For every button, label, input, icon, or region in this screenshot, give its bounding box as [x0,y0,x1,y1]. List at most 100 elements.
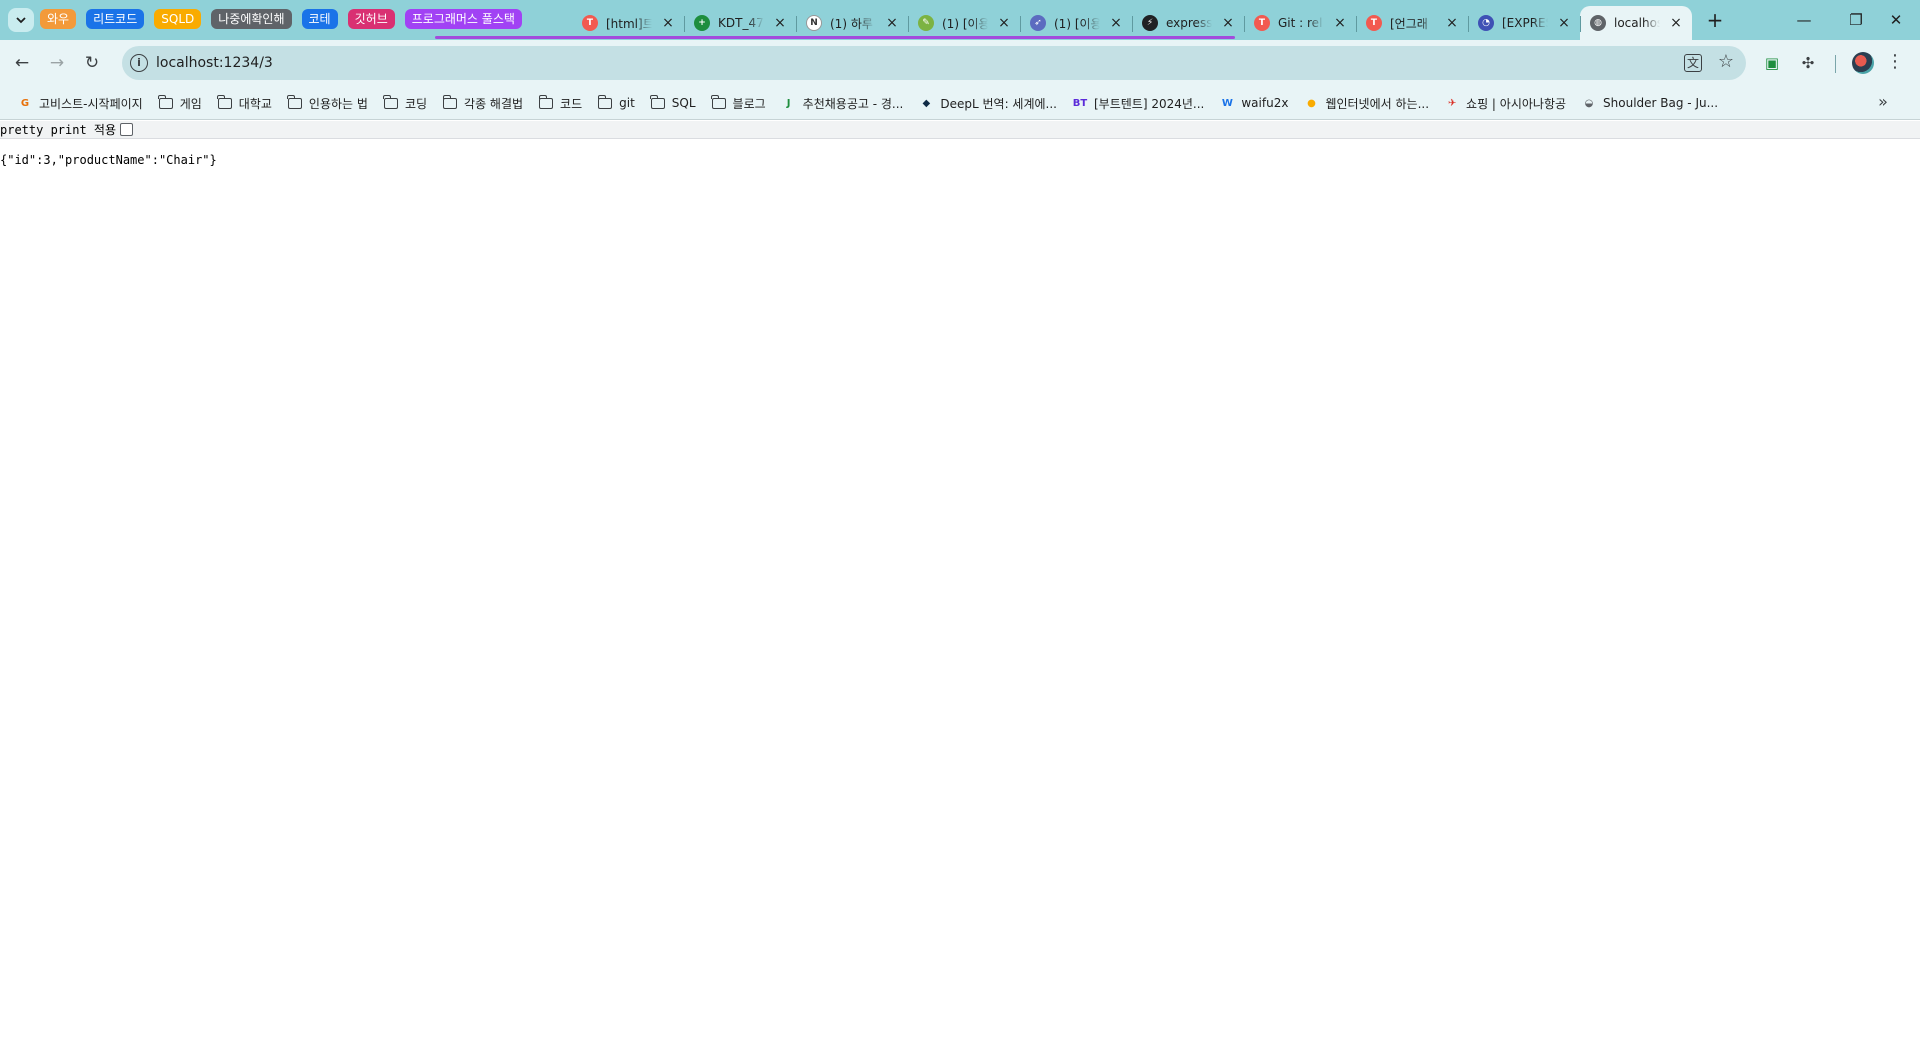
tab-title: (1) [이용 [1054,16,1100,31]
bookmark-item[interactable]: git [590,89,643,117]
bookmark-item[interactable]: 인용하는 법 [280,89,376,117]
bookmark-item[interactable]: ◆ DeepL 번역: 세계에... [911,89,1065,117]
bookmark-item[interactable]: ● 웹인터넷에서 하는... [1296,89,1437,117]
browser-tab[interactable]: ✎ (1) [이용 × [908,6,1020,40]
gobeast-icon: G [20,97,30,109]
bookmark-label: DeepL 번역: 세계에... [940,96,1057,111]
close-icon[interactable]: × [996,15,1012,31]
browser-tab[interactable]: ➶ (1) [이용 × [1020,6,1132,40]
bookmark-item[interactable]: 각종 해결법 [435,89,531,117]
extension-icon[interactable]: ▣ [1761,52,1783,74]
bookmark-label: 고비스트-시작페이지 [39,96,143,111]
deepl-icon: ◆ [922,97,931,109]
tab-group-chip[interactable]: 와우 [40,9,77,29]
address-bar[interactable]: i localhost:1234/3 文 ☆ [122,46,1746,80]
tab-group-chip[interactable]: 프로그래머스 풀스택 [404,9,522,29]
tab-title: (1) 하루 [830,16,873,31]
tab-groups: 와우 리트코드 SQLD 나중에확인해 코테 깃허브 프로그래머스 풀스택 [40,9,522,31]
sheets-icon: + [694,15,710,31]
close-icon[interactable]: × [1556,15,1572,31]
pretty-print-checkbox[interactable] [120,123,134,136]
bookmark-label: git [619,96,635,110]
tistory-icon: T [582,15,598,31]
tab-title: KDT_47 [718,16,764,30]
browser-tab[interactable]: + KDT_47 × [684,6,796,40]
bookmarks-overflow-button[interactable]: » [1872,92,1894,114]
tab-group-chip[interactable]: 코테 [301,9,338,29]
tab-group-chip[interactable]: SQLD [154,9,202,29]
tab-title: express [1166,16,1212,30]
browser-menu-button[interactable]: ⋮ [1886,51,1904,75]
tab-group-chip[interactable]: 리트코드 [86,9,145,29]
folder-icon [538,94,554,109]
translate-icon[interactable]: 文 [1684,54,1702,72]
forward-button[interactable]: → [41,47,73,79]
extensions-puzzle-icon[interactable]: ✣ [1797,52,1819,74]
close-icon[interactable]: × [1444,15,1460,31]
bookmark-label: 대학교 [238,96,272,111]
tab-group-chip[interactable]: 깃허브 [347,9,395,29]
close-icon[interactable]: × [1668,15,1684,31]
json-response-text: {"id":3,"productName":"Chair"} [0,153,217,167]
bookmark-item[interactable]: 게임 [151,89,210,117]
arrow-left-icon: ← [14,53,30,73]
bookmark-label: 추천채용공고 - 경... [802,96,904,111]
web-icon: ● [1307,97,1316,109]
folder-icon [217,94,232,109]
bookmark-label: 인용하는 법 [308,96,368,111]
profile-avatar[interactable] [1852,52,1874,74]
jobs-icon: J [786,97,791,109]
bookmark-label: [부트텐트] 2024년... [1093,96,1205,111]
boottent-icon: BT [1072,97,1088,109]
bookmark-item[interactable]: G 고비스트-시작페이지 [10,89,151,117]
close-icon[interactable]: × [660,15,676,31]
browser-tab[interactable]: ⚡ express × [1132,6,1244,40]
bookmark-label: 각종 해결법 [464,96,524,111]
browser-tab[interactable]: T [언그래 × [1356,6,1468,40]
waifu2x-icon: W [1221,97,1233,109]
browser-tab[interactable]: T Git : rel × [1244,6,1356,40]
arrow-right-icon: → [49,53,65,73]
tab-group-chip[interactable]: 나중에확인해 [211,9,292,29]
new-tab-button[interactable]: + [1704,10,1726,32]
bookmark-label: 코딩 [404,96,428,111]
bag-icon: ◒ [1584,97,1594,109]
bookmark-item[interactable]: Wwaifu2x [1212,89,1296,117]
close-icon[interactable]: × [1332,15,1348,31]
close-icon[interactable]: × [1220,15,1236,31]
tab-search-button[interactable] [8,8,34,32]
address-url[interactable]: localhost:1234/3 [156,55,273,71]
bookmark-item[interactable]: J 추천채용공고 - 경... [774,89,912,117]
bookmarks-bar: G 고비스트-시작페이지 게임 대학교 인용하는 법 코딩 각종 해결법 코드 git SQL 블로… [0,86,1920,120]
tistory-icon: T [1254,15,1270,31]
site-info-icon[interactable]: i [130,54,148,72]
tab-title: localhost [1614,16,1660,30]
browser-tab[interactable]: N (1) 하루 × [796,6,908,40]
close-icon[interactable]: × [1108,15,1124,31]
bookmark-label: 웹인터넷에서 하는... [1325,96,1430,111]
bookmark-item[interactable]: 대학교 [210,89,280,117]
bookmark-label: waifu2x [1241,96,1289,110]
browser-toolbar: ← → ↻ i localhost:1234/3 文 ☆ ▣ ✣ ⋮ [0,40,1920,86]
browser-tab[interactable]: ◍ localhost × [1580,6,1692,40]
bookmark-star-icon[interactable]: ☆ [1718,51,1734,72]
close-icon[interactable]: × [772,15,788,31]
reload-icon: ↻ [84,53,100,73]
bookmark-item[interactable]: 코딩 [376,89,435,117]
back-button[interactable]: ← [6,47,38,79]
minimize-button[interactable]: — [1778,0,1830,40]
bookmark-item[interactable]: BT [부트텐트] 2024년... [1065,89,1212,117]
browser-tab[interactable]: ◔ [EXPRES × [1468,6,1580,40]
close-icon[interactable]: × [884,15,900,31]
bookmark-item[interactable]: ◒ Shoulder Bag - Ju... [1574,89,1726,117]
bookmark-item[interactable]: SQL [643,89,704,117]
reload-button[interactable]: ↻ [76,47,108,79]
folder-icon [711,94,726,109]
bookmark-item[interactable]: ✈ 쇼핑 | 아시아나항공 [1437,89,1574,117]
browser-tab[interactable]: T [html]트 × [572,6,684,40]
close-window-button[interactable]: ✕ [1870,0,1920,40]
leaf-icon: ✎ [918,15,934,31]
bookmark-item[interactable]: 블로그 [704,89,774,117]
bookmark-item[interactable]: 코드 [531,89,590,117]
bookmark-label: SQL [671,96,696,110]
